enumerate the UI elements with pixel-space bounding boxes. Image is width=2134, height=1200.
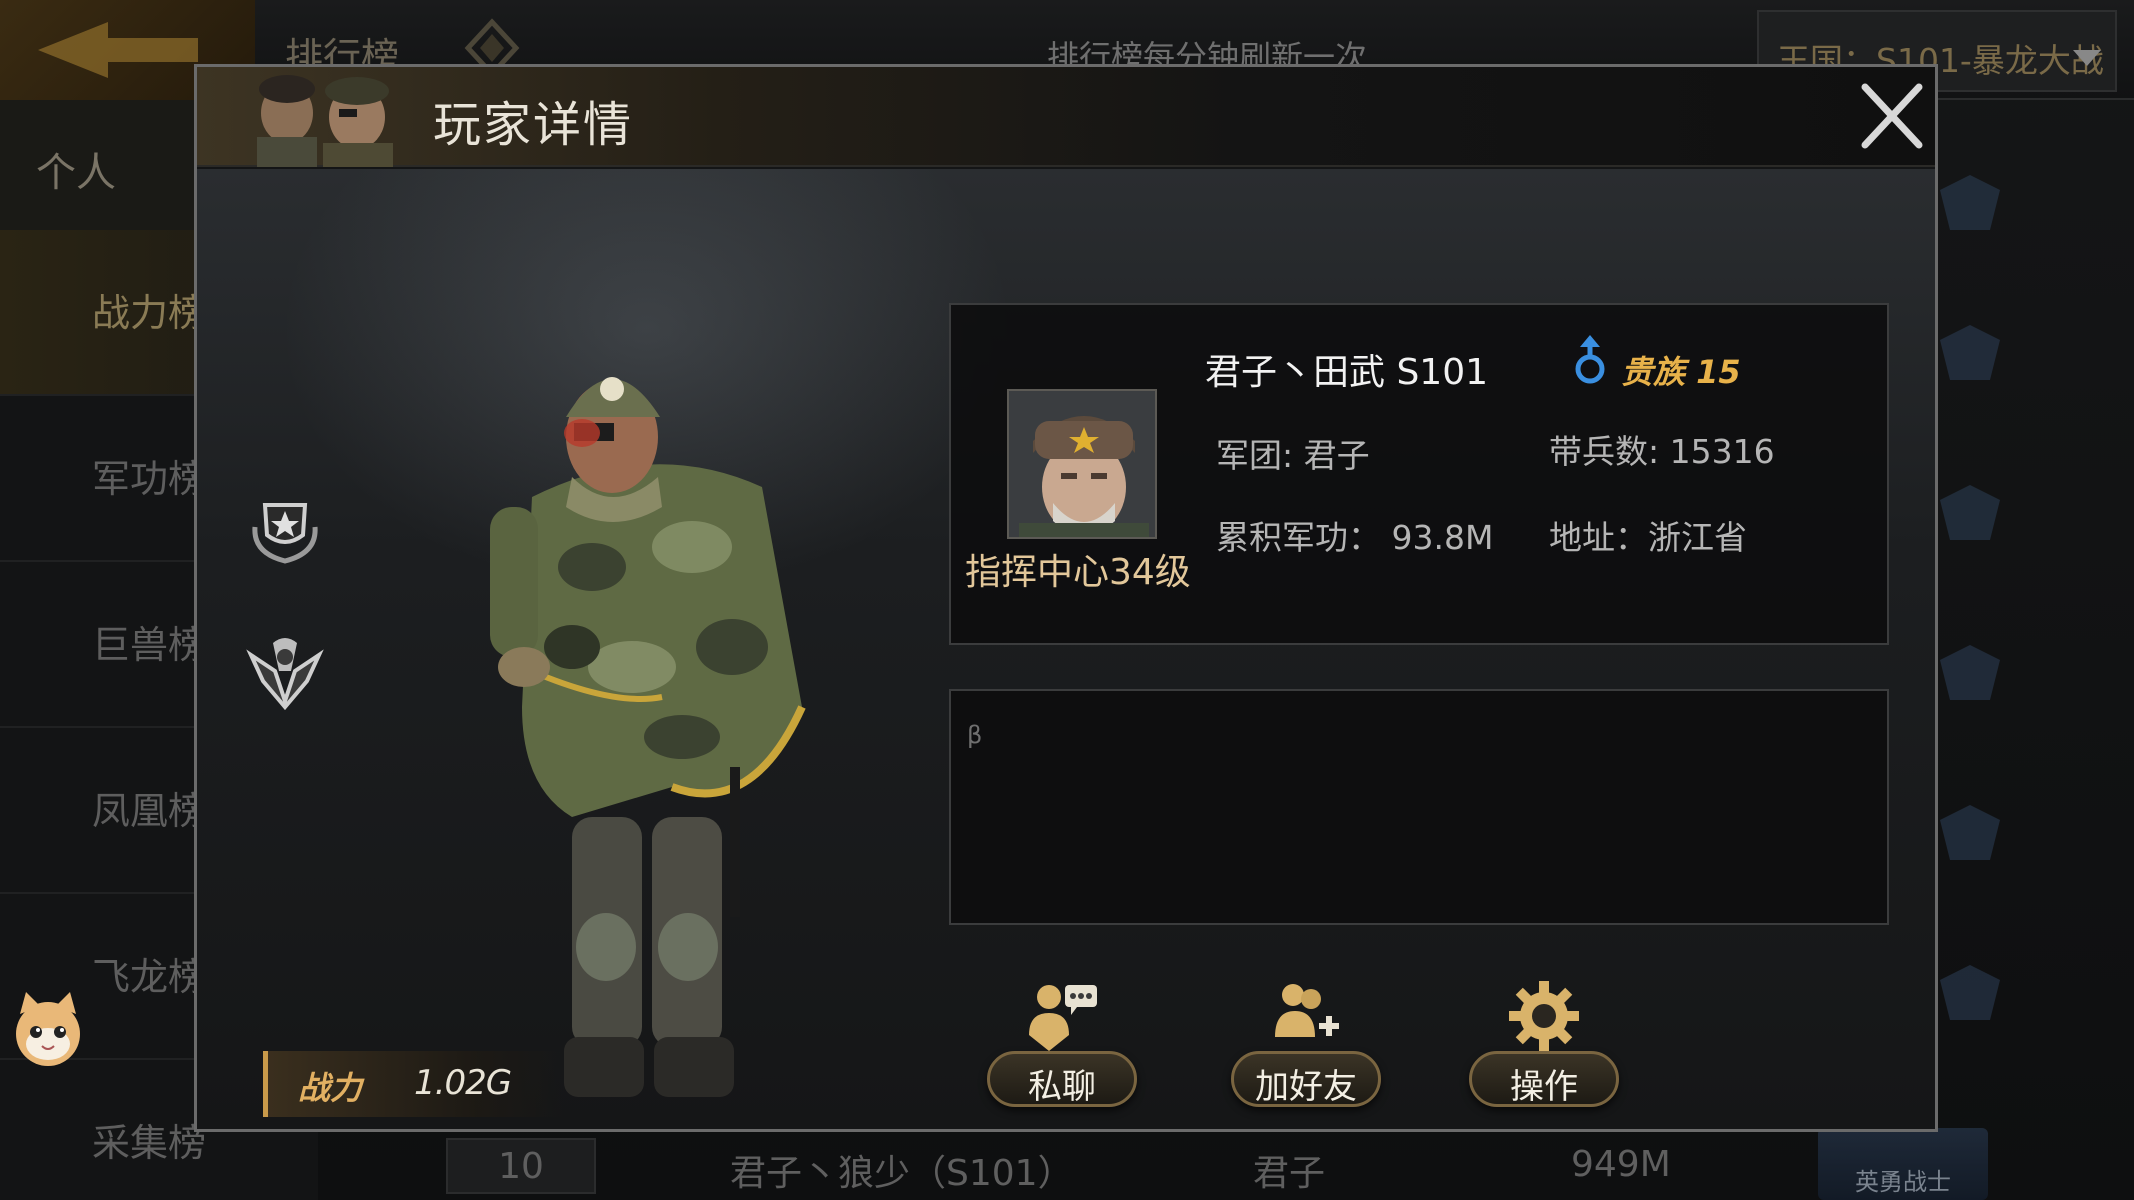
dialog-title: 玩家详情 [433, 97, 634, 153]
private-chat-icon [1029, 985, 1097, 1051]
add-friend-button[interactable]: 加好友 [1231, 979, 1381, 1109]
tab-personal[interactable]: 个人 [0, 100, 195, 230]
commander-portrait [1009, 391, 1155, 537]
hero-badge: 英勇战士 [1818, 1128, 1988, 1200]
combat-power-value: 1.02G [414, 1063, 512, 1103]
male-icon [1575, 335, 1605, 384]
player-detail-dialog: 玩家详情 战力 1.02G 指挥中心34级 君子丶田武 S101 贵族 15 军… [194, 64, 1938, 1132]
noble-level-badge: 贵族 15 [1621, 353, 1741, 391]
legion-name: 君子 [1253, 1153, 1326, 1194]
rank-number: 10 [446, 1138, 596, 1194]
back-arrow-icon [38, 22, 198, 78]
rank-badge-icon [1940, 805, 2000, 860]
soldier-character-model [490, 377, 806, 1097]
combat-power-bar: 战力 1.02G [263, 1051, 563, 1117]
gear-icon [1509, 981, 1579, 1051]
merit-info: 累积军功： 93.8M [1216, 518, 1494, 557]
rank-badge-icon [1940, 965, 2000, 1020]
rank-badge-icon [1940, 645, 2000, 700]
rank-badge-icon [1940, 485, 2000, 540]
command-center-level: 指挥中心34级 [965, 552, 1191, 593]
player-signature-panel: β [949, 689, 1889, 925]
cat-mascot-icon[interactable] [8, 990, 88, 1070]
dropdown-arrow-icon [2073, 50, 2101, 66]
operate-button[interactable]: 操作 [1469, 979, 1619, 1109]
player-info-panel: 指挥中心34级 君子丶田武 S101 贵族 15 军团: 君子 带兵数: 153… [949, 303, 1889, 645]
player-name: 君子丶狼少（S101） [730, 1153, 1074, 1194]
troop-count-info: 带兵数: 15316 [1549, 432, 1775, 471]
rank-badge-icon [1940, 175, 2000, 230]
eagle-emblem-icon[interactable] [245, 631, 325, 711]
signature-text: β [967, 721, 983, 749]
rank-badge-icon [1940, 325, 2000, 380]
add-friend-icon [1275, 984, 1339, 1037]
military-rank-medal-icon[interactable] [245, 487, 325, 567]
power-value: 949M [1571, 1144, 1671, 1185]
private-chat-button[interactable]: 私聊 [987, 979, 1137, 1109]
avatar[interactable] [1007, 389, 1157, 539]
soldiers-banner-icon [257, 75, 393, 167]
dialog-header: 玩家详情 [197, 67, 1935, 167]
ranking-row[interactable]: 10 君子丶狼少（S101） 君子 949M [318, 1130, 1938, 1200]
add-friend-label: 加好友 [1255, 1067, 1357, 1107]
address-info: 地址：浙江省 [1549, 518, 1747, 557]
close-icon[interactable] [1857, 77, 1927, 153]
combat-power-label: 战力 [298, 1069, 363, 1107]
operate-label: 操作 [1510, 1067, 1578, 1107]
private-chat-label: 私聊 [1028, 1067, 1096, 1107]
legion-info: 军团: 君子 [1216, 436, 1370, 475]
dialog-body: 战力 1.02G 指挥中心34级 君子丶田武 S101 贵族 15 军团: 君子… [197, 169, 1935, 1129]
player-name: 君子丶田武 S101 [1205, 352, 1489, 393]
